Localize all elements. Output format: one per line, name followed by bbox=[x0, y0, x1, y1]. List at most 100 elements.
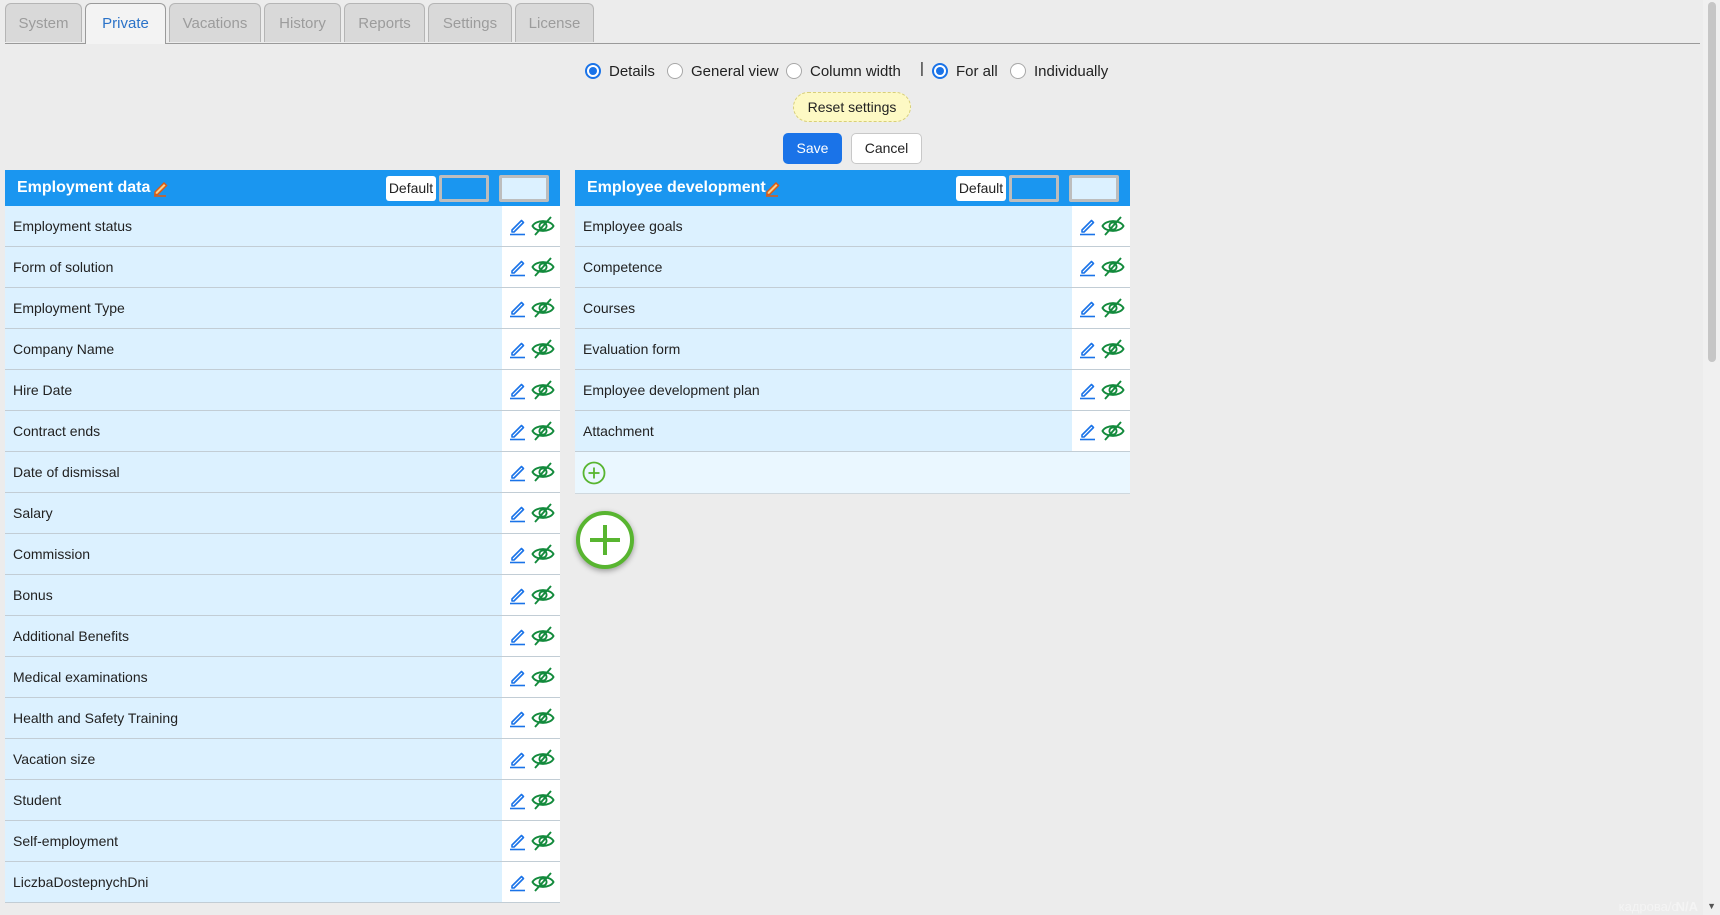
tab-history[interactable]: History bbox=[264, 3, 341, 42]
details-radio[interactable] bbox=[585, 63, 601, 79]
visibility-eye-icon[interactable] bbox=[1101, 419, 1125, 443]
edit-pencil-icon[interactable] bbox=[1078, 339, 1098, 359]
visibility-eye-icon[interactable] bbox=[531, 378, 555, 402]
visibility-eye-icon[interactable] bbox=[531, 337, 555, 361]
edit-pencil-icon[interactable] bbox=[1078, 216, 1098, 236]
tab-private[interactable]: Private bbox=[85, 3, 166, 44]
field-row: LiczbaDostepnychDni bbox=[5, 862, 560, 903]
field-label: Vacation size bbox=[13, 751, 96, 767]
option-for-all[interactable]: For all bbox=[932, 61, 998, 81]
edit-pencil-icon[interactable] bbox=[508, 626, 528, 646]
edit-pencil-icon[interactable] bbox=[508, 503, 528, 523]
visibility-eye-icon[interactable] bbox=[531, 542, 555, 566]
field-label: Attachment bbox=[583, 423, 654, 439]
save-button[interactable]: Save bbox=[783, 133, 842, 164]
column-width-radio[interactable] bbox=[786, 63, 802, 79]
edit-pencil-icon[interactable] bbox=[508, 462, 528, 482]
header-color-swatch[interactable] bbox=[1009, 175, 1059, 202]
page-scrollbar[interactable]: ▼ bbox=[1703, 0, 1720, 915]
edit-pencil-icon[interactable] bbox=[508, 749, 528, 769]
for-all-radio[interactable] bbox=[932, 63, 948, 79]
reset-settings-button[interactable]: Reset settings bbox=[793, 92, 911, 122]
field-row: Employee development plan bbox=[575, 370, 1130, 411]
add-field-row bbox=[575, 452, 1130, 494]
edit-pencil-icon[interactable] bbox=[508, 544, 528, 564]
edit-pencil-icon[interactable] bbox=[508, 339, 528, 359]
visibility-eye-icon[interactable] bbox=[531, 296, 555, 320]
option-details[interactable]: Details bbox=[585, 61, 655, 81]
field-row: Courses bbox=[575, 288, 1130, 329]
edit-pencil-icon[interactable] bbox=[1078, 380, 1098, 400]
add-field-plus-icon[interactable] bbox=[582, 461, 606, 485]
row-actions bbox=[502, 534, 560, 574]
visibility-eye-icon[interactable] bbox=[531, 624, 555, 648]
cancel-button[interactable]: Cancel bbox=[851, 133, 922, 164]
individually-radio[interactable] bbox=[1010, 63, 1026, 79]
visibility-eye-icon[interactable] bbox=[531, 870, 555, 894]
edit-pencil-icon[interactable] bbox=[1078, 421, 1098, 441]
row-actions bbox=[1072, 206, 1130, 246]
tab-license[interactable]: License bbox=[515, 3, 594, 42]
default-button[interactable]: Default bbox=[956, 176, 1006, 201]
option-column-width[interactable]: Column width bbox=[786, 61, 901, 81]
visibility-eye-icon[interactable] bbox=[531, 460, 555, 484]
tab-reports[interactable]: Reports bbox=[344, 3, 425, 42]
option-general-view[interactable]: General view bbox=[667, 61, 779, 81]
option-individually[interactable]: Individually bbox=[1010, 61, 1108, 81]
row-color-swatch[interactable] bbox=[1069, 175, 1119, 202]
row-actions bbox=[502, 288, 560, 328]
tab-settings[interactable]: Settings bbox=[428, 3, 512, 42]
field-label: Salary bbox=[13, 505, 53, 521]
edit-pencil-icon[interactable] bbox=[508, 298, 528, 318]
visibility-eye-icon[interactable] bbox=[531, 583, 555, 607]
default-button[interactable]: Default bbox=[386, 176, 436, 201]
edit-pencil-icon[interactable] bbox=[1078, 257, 1098, 277]
visibility-eye-icon[interactable] bbox=[1101, 214, 1125, 238]
edit-pencil-icon[interactable] bbox=[508, 216, 528, 236]
add-panel-plus-icon[interactable] bbox=[575, 510, 635, 570]
visibility-eye-icon[interactable] bbox=[1101, 296, 1125, 320]
field-row: Competence bbox=[575, 247, 1130, 288]
row-actions bbox=[502, 616, 560, 656]
edit-pencil-icon[interactable] bbox=[508, 708, 528, 728]
visibility-eye-icon[interactable] bbox=[531, 665, 555, 689]
edit-title-pencil-icon[interactable] bbox=[764, 179, 782, 197]
visibility-eye-icon[interactable] bbox=[531, 419, 555, 443]
visibility-eye-icon[interactable] bbox=[531, 501, 555, 525]
visibility-eye-icon[interactable] bbox=[531, 829, 555, 853]
visibility-eye-icon[interactable] bbox=[531, 255, 555, 279]
visibility-eye-icon[interactable] bbox=[531, 747, 555, 771]
field-row: Employment status bbox=[5, 206, 560, 247]
edit-pencil-icon[interactable] bbox=[508, 421, 528, 441]
edit-pencil-icon[interactable] bbox=[508, 585, 528, 605]
visibility-eye-icon[interactable] bbox=[1101, 337, 1125, 361]
header-color-swatch[interactable] bbox=[439, 175, 489, 202]
edit-pencil-icon[interactable] bbox=[508, 790, 528, 810]
general-view-radio[interactable] bbox=[667, 63, 683, 79]
edit-pencil-icon[interactable] bbox=[508, 257, 528, 277]
field-label: Company Name bbox=[13, 341, 115, 357]
edit-title-pencil-icon[interactable] bbox=[152, 179, 170, 197]
footer-status: N/A bbox=[1675, 899, 1698, 914]
field-row: Health and Safety Training bbox=[5, 698, 560, 739]
edit-pencil-icon[interactable] bbox=[508, 380, 528, 400]
visibility-eye-icon[interactable] bbox=[531, 788, 555, 812]
edit-pencil-icon[interactable] bbox=[508, 872, 528, 892]
row-actions bbox=[502, 821, 560, 861]
visibility-eye-icon[interactable] bbox=[531, 706, 555, 730]
tab-bar: System Private Vacations History Reports… bbox=[5, 3, 1700, 44]
field-row: Evaluation form bbox=[575, 329, 1130, 370]
row-color-swatch[interactable] bbox=[499, 175, 549, 202]
visibility-eye-icon[interactable] bbox=[531, 214, 555, 238]
visibility-eye-icon[interactable] bbox=[1101, 255, 1125, 279]
edit-pencil-icon[interactable] bbox=[1078, 298, 1098, 318]
scrollbar-thumb[interactable] bbox=[1708, 2, 1716, 362]
edit-pencil-icon[interactable] bbox=[508, 831, 528, 851]
visibility-eye-icon[interactable] bbox=[1101, 378, 1125, 402]
tab-system[interactable]: System bbox=[5, 3, 82, 42]
tab-vacations[interactable]: Vacations bbox=[169, 3, 261, 42]
footer-brand: кадрова/с bbox=[1618, 899, 1678, 914]
field-row: Bonus bbox=[5, 575, 560, 616]
scroll-down-arrow-icon[interactable]: ▼ bbox=[1707, 901, 1716, 911]
edit-pencil-icon[interactable] bbox=[508, 667, 528, 687]
